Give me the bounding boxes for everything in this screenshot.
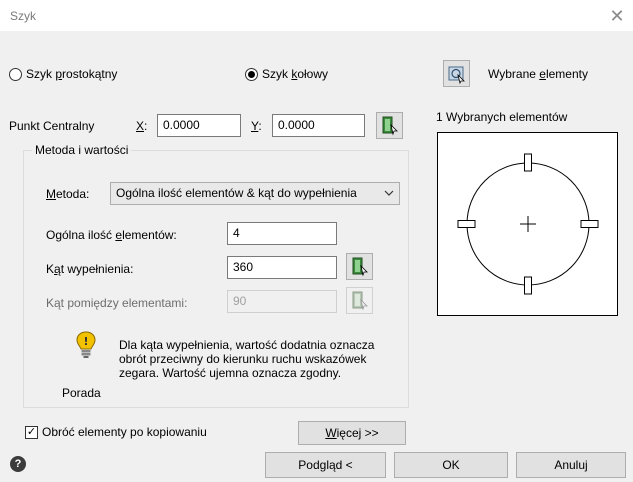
selected-count-text: 1 Wybranych elementów: [436, 110, 568, 124]
rotate-items-checkbox[interactable]: ✓ Obróć elementy po kopiowaniu: [25, 425, 207, 439]
polar-array-label: Szyk kołowy: [262, 67, 329, 81]
center-y-input[interactable]: 0.0000: [272, 114, 365, 137]
center-x-input[interactable]: 0.0000: [157, 114, 241, 137]
window-title: Szyk: [10, 9, 37, 23]
array-preview: [437, 132, 618, 316]
total-items-input[interactable]: 4: [227, 222, 337, 245]
checkmark-icon: ✓: [25, 425, 38, 439]
y-label: Y:: [251, 119, 262, 133]
pick-center-point-button[interactable]: [376, 112, 403, 139]
select-objects-icon: [448, 66, 465, 84]
select-objects-label: Wybrane elementy: [488, 67, 588, 81]
tip-caption: Porada: [62, 386, 101, 400]
angle-between-label: Kąt pomiędzy elementami:: [46, 296, 188, 310]
method-label: Metoda:: [46, 187, 90, 201]
polar-array-radio[interactable]: Szyk kołowy: [245, 67, 328, 81]
pick-angle-between-button[interactable]: [346, 287, 373, 314]
rectangular-array-label: Szyk prostokątny: [26, 67, 118, 81]
tip-text: Dla kąta wypełnienia, wartość dodatnia o…: [119, 338, 375, 380]
chevron-down-icon: [384, 185, 394, 204]
center-point-label: Punkt Centralny: [9, 119, 95, 133]
rotate-items-label: Obróć elementy po kopiowaniu: [42, 425, 207, 439]
pick-point-icon: [352, 257, 368, 276]
method-select-value: Ogólna ilość elementów & kąt do wypełnie…: [116, 186, 357, 200]
total-items-label: Ogólna ilość elementów:: [46, 228, 177, 242]
more-button[interactable]: Więcej >>: [298, 421, 406, 445]
angle-between-input[interactable]: 90: [227, 290, 337, 313]
pick-fill-angle-button[interactable]: [346, 253, 373, 280]
rectangular-array-radio[interactable]: Szyk prostokątny: [9, 67, 117, 81]
pick-point-icon-disabled: [352, 291, 368, 310]
more-button-label: Więcej >>: [325, 426, 379, 440]
ok-button[interactable]: OK: [394, 452, 508, 478]
svg-text:!: !: [83, 335, 88, 348]
lightbulb-icon: !: [75, 330, 97, 360]
pick-point-icon: [382, 116, 398, 135]
fill-angle-label: Kąt wypełnienia:: [46, 262, 134, 276]
x-label: X:: [136, 119, 148, 133]
fill-angle-input[interactable]: 360: [227, 256, 337, 279]
dialog-body: Szyk prostokątny Szyk kołowy Wybrane ele…: [0, 32, 633, 482]
radio-indicator-selected: [245, 67, 258, 81]
radio-indicator: [9, 67, 22, 81]
method-group-title: Metoda i wartości: [32, 143, 132, 157]
select-objects-button[interactable]: [443, 60, 470, 87]
method-select[interactable]: Ogólna ilość elementów & kąt do wypełnie…: [110, 182, 400, 205]
title-bar: Szyk ✕: [0, 0, 633, 32]
close-icon[interactable]: ✕: [605, 4, 629, 28]
help-icon[interactable]: ?: [10, 456, 26, 472]
polar-array-preview-graphic: [457, 153, 599, 295]
cancel-button[interactable]: Anuluj: [516, 452, 626, 478]
preview-button[interactable]: Podgląd <: [265, 452, 386, 478]
